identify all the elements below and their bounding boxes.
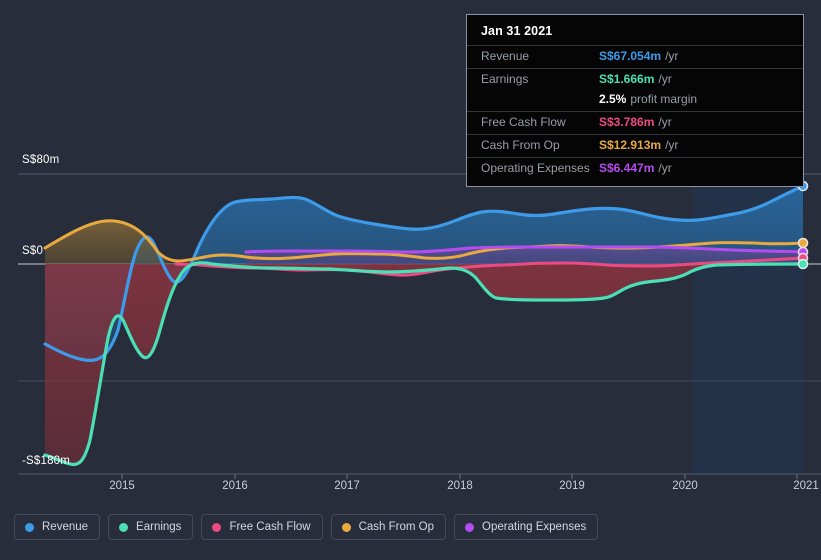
negative-earnings-area xyxy=(45,262,803,465)
legend-item-free-cash-flow[interactable]: Free Cash Flow xyxy=(201,514,323,540)
tooltip-row-free-cash-flow: Free Cash Flow S$3.786m /yr xyxy=(467,111,803,134)
tooltip-row-profit-margin: 2.5% profit margin xyxy=(467,91,803,111)
tooltip-value-profit-margin: 2.5% xyxy=(599,92,627,106)
tooltip-value-free-cash-flow: S$3.786m xyxy=(599,115,655,129)
tooltip-label-operating-expenses: Operating Expenses xyxy=(481,161,590,175)
tooltip-value-earnings: S$1.666m xyxy=(599,72,655,86)
x-axis-label-2015: 2015 xyxy=(109,480,135,492)
tooltip-label-cash-from-op: Cash From Op xyxy=(481,138,560,152)
legend-dot-icon-operating-expenses xyxy=(465,522,475,532)
y-axis-label-top: S$80m xyxy=(22,154,60,166)
legend-label-operating-expenses: Operating Expenses xyxy=(482,521,587,533)
tooltip-unit-profit-margin: profit margin xyxy=(630,92,698,106)
tooltip-value-cash-from-op: S$12.913m xyxy=(599,138,662,152)
tooltip-unit-cash-from-op: /yr xyxy=(665,138,679,152)
y-axis-label-zero: S$0 xyxy=(22,245,44,257)
legend-label-cash-from-op: Cash From Op xyxy=(358,521,435,533)
legend-item-earnings[interactable]: Earnings xyxy=(108,514,194,540)
legend-dot-icon-revenue xyxy=(25,522,34,532)
tooltip-unit-revenue: /yr xyxy=(665,49,679,63)
chart-legend: Revenue Earnings Free Cash Flow Cash Fro… xyxy=(14,514,599,540)
tooltip-value-revenue: S$67.054m xyxy=(599,49,662,63)
tooltip-date: Jan 31 2021 xyxy=(481,24,553,38)
tooltip-unit-free-cash-flow: /yr xyxy=(658,115,672,129)
x-axis-label-2020: 2020 xyxy=(672,480,698,492)
legend-item-cash-from-op[interactable]: Cash From Op xyxy=(330,514,447,540)
tooltip-row-cash-from-op: Cash From Op S$12.913m /yr xyxy=(467,134,803,157)
x-axis-label-2019: 2019 xyxy=(559,480,585,492)
tooltip-label-free-cash-flow: Free Cash Flow xyxy=(481,115,566,129)
legend-item-revenue[interactable]: Revenue xyxy=(14,514,101,540)
legend-label-revenue: Revenue xyxy=(42,521,89,533)
x-axis-label-2018: 2018 xyxy=(447,480,473,492)
cash-from-op-area xyxy=(45,220,176,264)
tooltip-unit-operating-expenses: /yr xyxy=(658,161,672,175)
tooltip-row-revenue: Revenue S$67.054m /yr xyxy=(467,45,803,68)
x-axis-label-2016: 2016 xyxy=(222,480,248,492)
legend-label-earnings: Earnings xyxy=(136,521,182,533)
legend-dot-icon-cash-from-op xyxy=(341,522,351,532)
x-axis-label-2021: 2021 xyxy=(793,480,819,492)
chart-page: S$80m S$0 -S$180m 2015 2016 2017 2018 20… xyxy=(0,0,821,560)
cash-from-op-endpoint-marker xyxy=(797,237,809,249)
tooltip-row-operating-expenses: Operating Expenses S$6.447m /yr xyxy=(467,157,803,180)
chart-tooltip: Jan 31 2021 Revenue S$67.054m /yr Earnin… xyxy=(466,14,804,187)
legend-dot-icon-earnings xyxy=(119,522,129,532)
tooltip-label-earnings: Earnings xyxy=(481,72,529,86)
x-axis-label-2017: 2017 xyxy=(334,480,360,492)
legend-item-operating-expenses[interactable]: Operating Expenses xyxy=(454,514,599,540)
tooltip-value-operating-expenses: S$6.447m xyxy=(599,161,655,175)
tooltip-unit-earnings: /yr xyxy=(658,72,672,86)
tooltip-row-earnings: Earnings S$1.666m /yr xyxy=(467,68,803,91)
legend-dot-icon-free-cash-flow xyxy=(212,522,222,532)
legend-label-free-cash-flow: Free Cash Flow xyxy=(229,521,311,533)
y-axis-label-bottom: -S$180m xyxy=(22,455,71,467)
earnings-endpoint-marker xyxy=(797,258,809,270)
tooltip-label-revenue: Revenue xyxy=(481,49,530,63)
